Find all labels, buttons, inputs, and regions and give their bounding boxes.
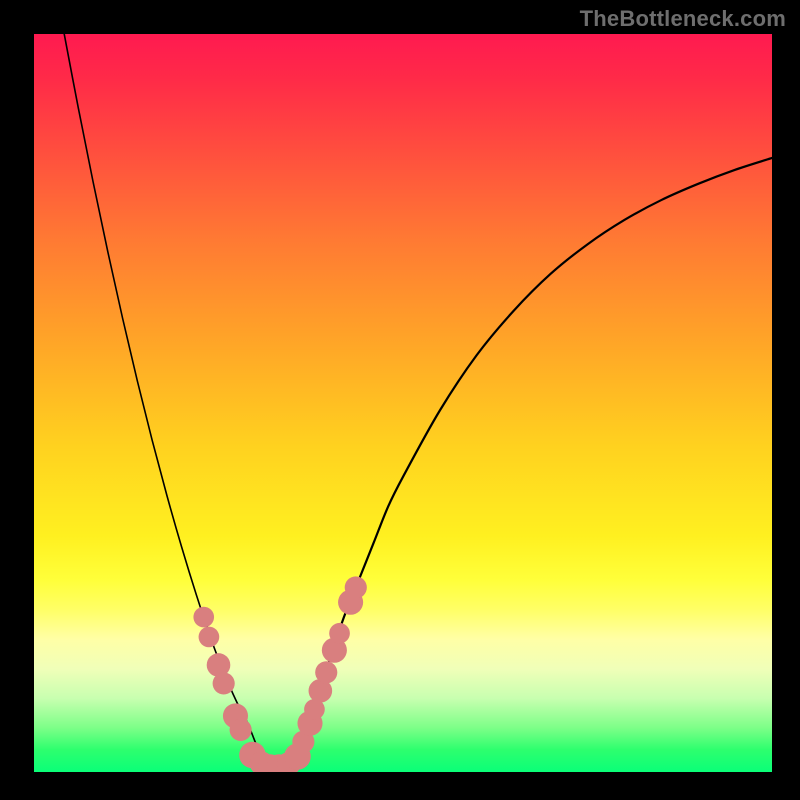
trough-marker (193, 607, 214, 628)
trough-marker (199, 627, 220, 648)
plot-area (34, 34, 772, 772)
trough-marker (329, 623, 350, 644)
trough-marker (213, 672, 235, 694)
watermark-label: TheBottleneck.com (580, 6, 786, 32)
trough-marker (345, 576, 367, 598)
curve-right (292, 158, 772, 763)
trough-marker (315, 661, 337, 683)
chart-stage: TheBottleneck.com (0, 0, 800, 800)
trough-marker (230, 719, 252, 741)
trough-markers (193, 576, 366, 772)
curve-left (64, 34, 262, 757)
curve-layer (34, 34, 772, 772)
